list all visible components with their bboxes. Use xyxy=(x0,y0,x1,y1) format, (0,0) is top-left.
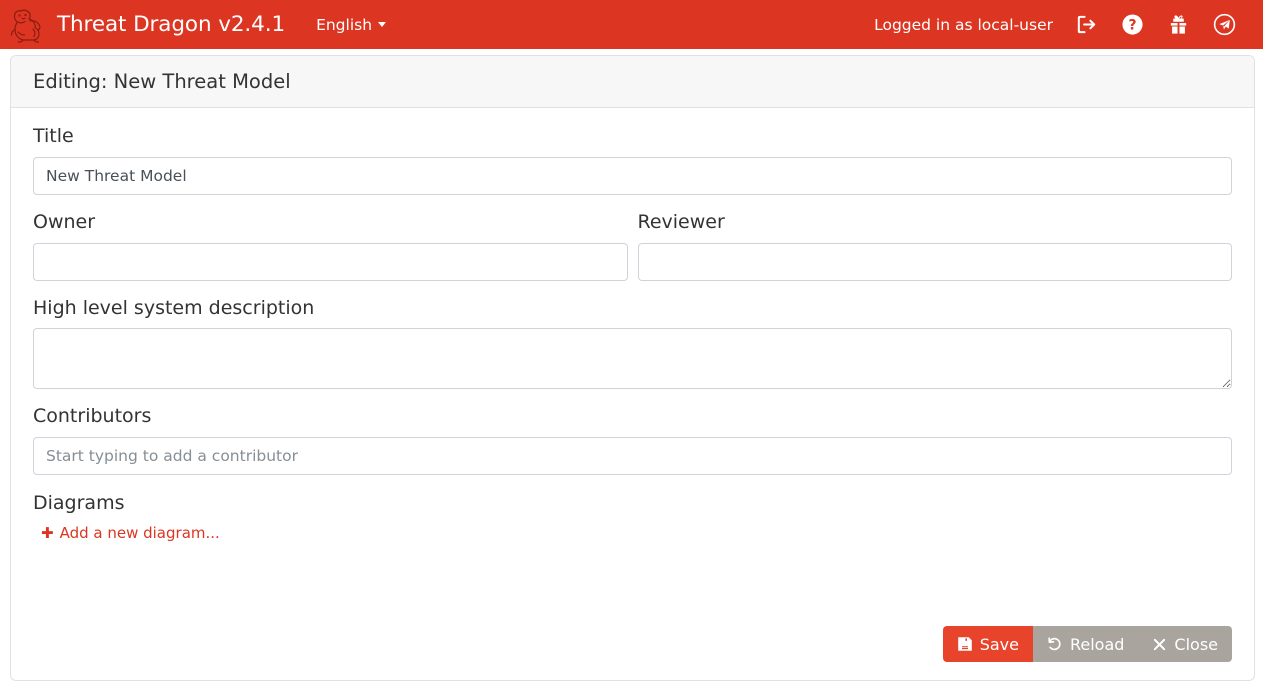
question-circle-icon[interactable]: ? xyxy=(1109,5,1155,45)
save-button-label: Save xyxy=(980,635,1019,654)
owner-reviewer-row: Owner Reviewer xyxy=(33,211,1232,281)
gift-icon[interactable] xyxy=(1155,5,1201,45)
close-button-label: Close xyxy=(1174,635,1218,654)
owner-input[interactable] xyxy=(33,243,628,281)
undo-arrow-icon xyxy=(1047,636,1063,652)
description-field-group: High level system description xyxy=(33,297,1232,390)
sign-out-icon[interactable] xyxy=(1063,5,1109,45)
contributors-label: Contributors xyxy=(33,405,1232,429)
reload-button[interactable]: Reload xyxy=(1033,626,1138,662)
language-dropdown-label: English xyxy=(316,16,372,34)
title-label: Title xyxy=(33,125,1232,149)
floppy-disk-icon xyxy=(957,636,973,652)
diagrams-heading: Diagrams xyxy=(33,492,1232,514)
contributors-field-group: Contributors xyxy=(33,405,1232,475)
threat-model-edit-card: Editing: New Threat Model Title Owner Re… xyxy=(10,55,1255,681)
add-new-diagram-link[interactable]: ✚ Add a new diagram... xyxy=(33,520,228,546)
reviewer-field-group: Reviewer xyxy=(638,211,1233,281)
close-button[interactable]: Close xyxy=(1138,626,1232,662)
title-field-group: Title xyxy=(33,125,1232,195)
plus-icon: ✚ xyxy=(41,526,54,541)
reviewer-input[interactable] xyxy=(638,243,1233,281)
dragon-logo-icon xyxy=(8,5,46,45)
top-navbar: Threat Dragon v2.4.1 English Logged in a… xyxy=(0,0,1263,49)
brand-title: Threat Dragon v2.4.1 xyxy=(57,12,285,37)
close-x-icon xyxy=(1152,637,1167,652)
reviewer-label: Reviewer xyxy=(638,211,1233,235)
svg-text:?: ? xyxy=(1128,17,1136,33)
card-body: Title Owner Reviewer High level system d… xyxy=(11,108,1254,681)
title-input[interactable] xyxy=(33,157,1232,195)
description-label: High level system description xyxy=(33,297,1232,321)
paper-plane-circle-icon[interactable] xyxy=(1201,5,1247,45)
language-dropdown[interactable]: English xyxy=(316,16,386,34)
add-new-diagram-label: Add a new diagram... xyxy=(60,524,220,542)
diagrams-section: Diagrams ✚ Add a new diagram... xyxy=(33,492,1232,546)
card-header: Editing: New Threat Model xyxy=(11,56,1254,108)
form-action-buttons: Save Reload Close xyxy=(943,626,1232,662)
chevron-down-icon xyxy=(378,22,386,27)
owner-label: Owner xyxy=(33,211,628,235)
logged-in-status: Logged in as local-user xyxy=(874,16,1053,34)
navbar-right-group: Logged in as local-user ? xyxy=(874,5,1247,45)
reload-button-label: Reload xyxy=(1070,635,1124,654)
brand-link[interactable]: Threat Dragon v2.4.1 xyxy=(8,5,285,45)
page-title: Editing: New Threat Model xyxy=(33,70,291,93)
owner-field-group: Owner xyxy=(33,211,628,281)
contributors-input[interactable] xyxy=(33,437,1232,475)
description-textarea[interactable] xyxy=(33,328,1232,389)
save-button[interactable]: Save xyxy=(943,626,1033,662)
